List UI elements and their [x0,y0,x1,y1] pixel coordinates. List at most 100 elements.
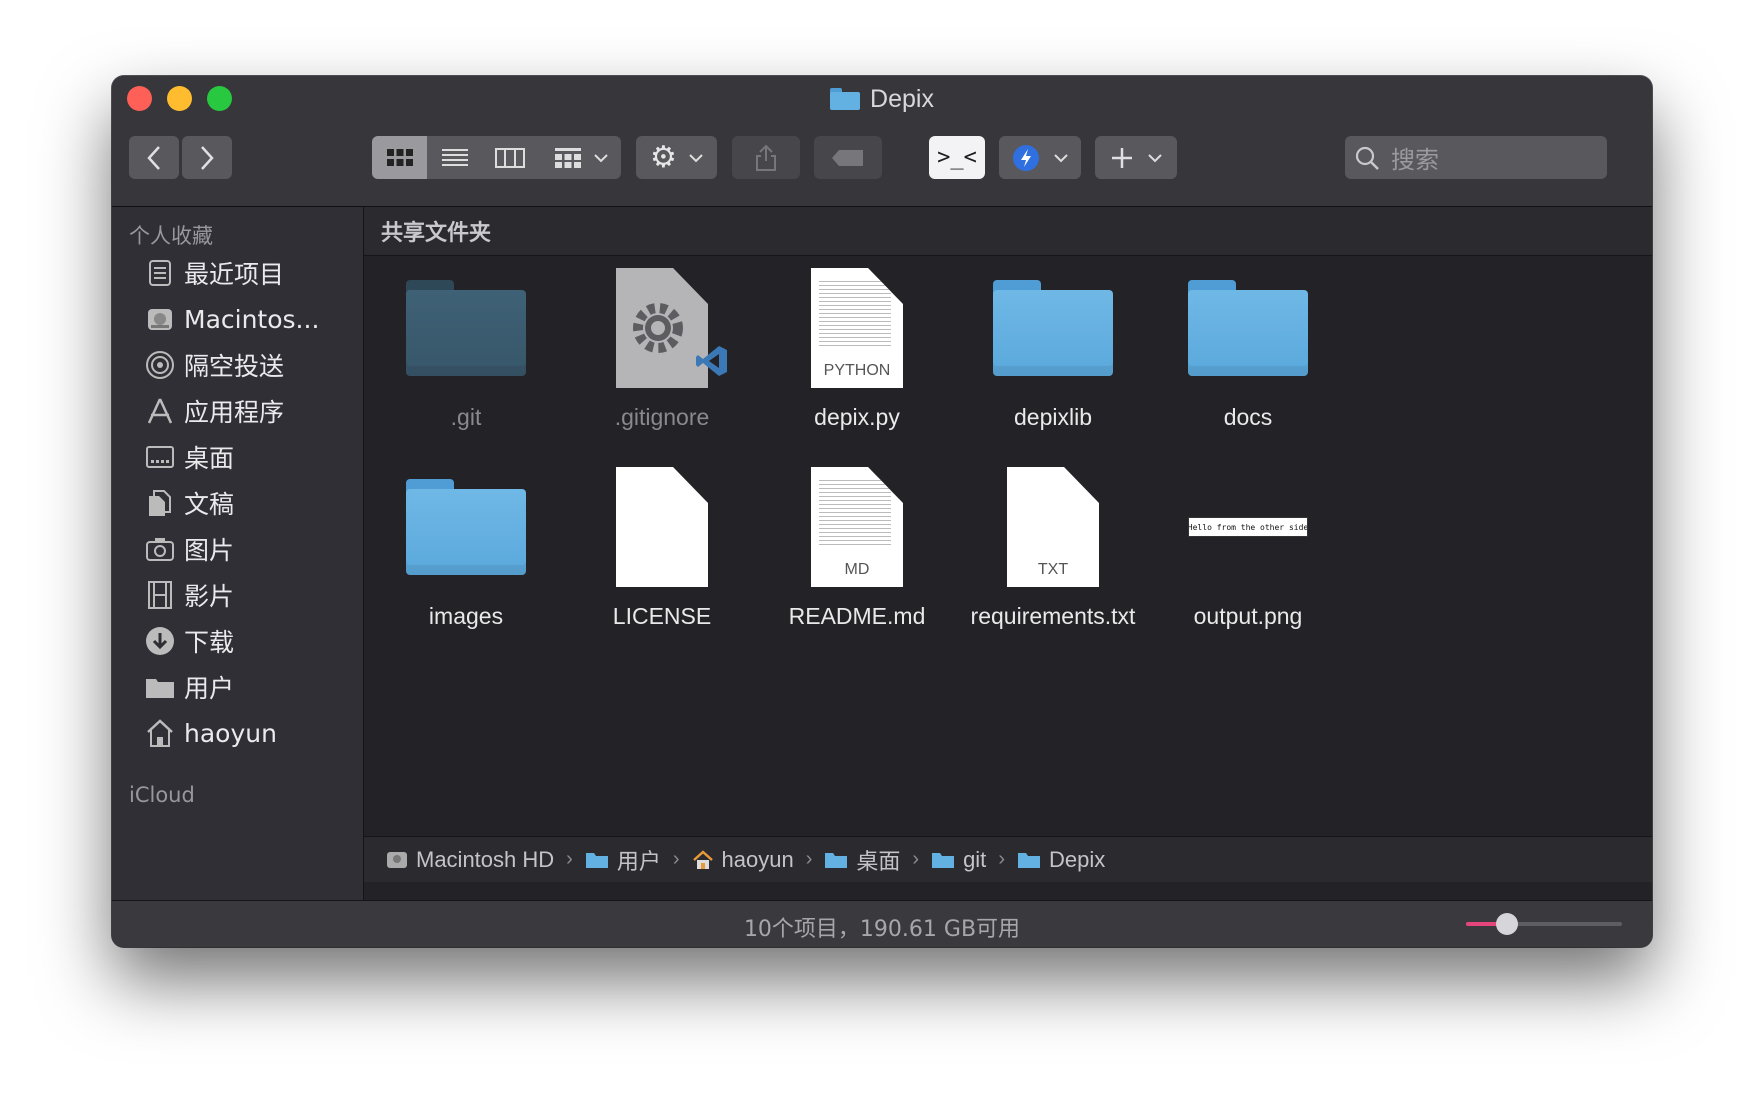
file-name: README.md [788,603,926,629]
image-thumbnail: Hello from the other side [1188,517,1308,537]
terminal-button[interactable]: >_< [929,136,985,179]
path-segment-home[interactable]: haoyun [692,847,794,873]
favorites-header: 个人收藏 [129,224,213,248]
chevron-right-icon: › [998,848,1005,870]
sidebar-item-recents[interactable]: 最近项目 [145,253,284,293]
file-name: docs [1223,404,1273,430]
file-item[interactable]: docs [1148,268,1348,431]
extension-button[interactable] [999,136,1081,179]
path-bar: Macintosh HD › 用户 › haoyun › 桌面 › git › … [364,836,1652,882]
search-placeholder: 搜索 [1391,146,1439,174]
path-segment-git[interactable]: git [931,847,986,873]
file-item[interactable]: .git [366,268,566,431]
forward-button[interactable] [182,136,232,179]
file-item[interactable]: LICENSE [562,467,762,630]
sidebar-item-macintosh-hd[interactable]: Macintos... [145,299,319,339]
sidebar-item-movies[interactable]: 影片 [145,575,234,615]
group-icon [554,147,581,168]
folder-icon [830,88,861,110]
file-name: depix.py [814,404,900,430]
chevron-right-icon: › [566,848,573,870]
path-segment-desktop[interactable]: 桌面 [824,844,900,876]
file-name: LICENSE [612,603,712,629]
search-icon [1355,146,1379,170]
terminal-icon: >_< [937,145,977,170]
folder-icon [932,852,955,868]
plus-icon [1112,147,1132,168]
sidebar-item-airdrop[interactable]: 隔空投送 [145,345,284,385]
file-name: .git [450,404,482,430]
file-item[interactable]: .gitignore [562,268,762,431]
sidebar-item-applications[interactable]: 应用程序 [145,391,284,431]
action-menu-button[interactable]: ⚙ [636,136,717,179]
navigation-buttons [129,136,232,179]
folder-icon [1017,852,1040,868]
content-header: 共享文件夹 [364,207,1652,256]
chevron-down-icon [1148,153,1162,162]
window-title: Depix [112,84,1652,114]
icon-size-slider[interactable] [1466,913,1622,935]
group-button[interactable] [540,136,621,179]
file-item[interactable]: images [366,467,566,630]
folder-icon [825,852,848,868]
path-segment-users[interactable]: 用户 [585,844,661,876]
sidebar-item-users[interactable]: 用户 [145,667,234,707]
python-file-icon: PYTHON [811,268,903,388]
sidebar-item-pictures[interactable]: 图片 [145,529,234,569]
sidebar-item-label: haoyun [184,718,277,748]
icon-view-button[interactable] [372,136,427,179]
content-header-title: 共享文件夹 [381,221,492,246]
new-item-button[interactable] [1095,136,1177,179]
list-view-button[interactable] [427,136,482,179]
airdrop-icon [145,350,175,380]
sidebar-item-home[interactable]: haoyun [145,713,277,753]
folder-icon [145,672,175,702]
chevron-left-icon [147,145,160,170]
file-item[interactable]: PYTHON depix.py [757,268,957,431]
chevron-right-icon [201,145,214,170]
sidebar-item-label: 文稿 [184,490,235,519]
blank-document-icon [616,467,708,587]
recents-icon [145,258,175,288]
chevron-down-icon [1054,153,1068,162]
file-name: output.png [1193,603,1303,629]
icloud-header: iCloud [129,783,195,807]
file-item[interactable]: TXT requirements.txt [953,467,1153,630]
home-icon [145,718,175,748]
file-item[interactable]: MD README.md [757,467,957,630]
columns-icon [494,147,525,168]
file-item[interactable]: depixlib [953,268,1153,431]
path-segment-depix[interactable]: Depix [1017,847,1105,873]
file-name: .gitignore [614,404,710,430]
chevron-right-icon: › [912,848,920,870]
search-field[interactable]: 搜索 [1345,136,1607,179]
folder-icon [406,280,526,376]
sidebar-item-label: 应用程序 [184,398,285,427]
sidebar-item-label: Macintos... [184,304,320,334]
back-button[interactable] [129,136,179,179]
file-name: depixlib [1014,404,1092,430]
sidebar-item-label: 最近项目 [184,260,285,289]
film-icon [145,580,175,610]
column-view-button[interactable] [482,136,537,179]
sidebar-item-desktop[interactable]: 桌面 [145,437,234,477]
sidebar-item-label: 用户 [184,674,235,703]
folder-icon [406,479,526,575]
list-icon [441,148,468,166]
folder-icon [585,852,608,868]
tag-button[interactable] [814,136,882,179]
lightning-icon [1013,144,1039,171]
slider-knob[interactable] [1495,913,1518,935]
chevron-right-icon: › [805,848,813,870]
path-segment-macintosh-hd[interactable]: Macintosh HD [386,847,554,873]
applications-icon [145,396,175,426]
hard-drive-icon [387,851,407,868]
file-grid: .git .gitignore PYTHON depix.py depixlib… [364,256,1652,836]
sidebar: 个人收藏 最近项目 Macintos... 隔空投送 应用程序 桌面 文稿 图片 [112,207,364,900]
file-item[interactable]: Hello from the other side output.png [1148,467,1348,630]
sidebar-item-documents[interactable]: 文稿 [145,483,234,523]
file-name: images [428,603,504,629]
share-button[interactable] [732,136,800,179]
sidebar-item-downloads[interactable]: 下载 [145,621,234,661]
status-bar: 10个项目，190.61 GB可用 [112,900,1652,947]
